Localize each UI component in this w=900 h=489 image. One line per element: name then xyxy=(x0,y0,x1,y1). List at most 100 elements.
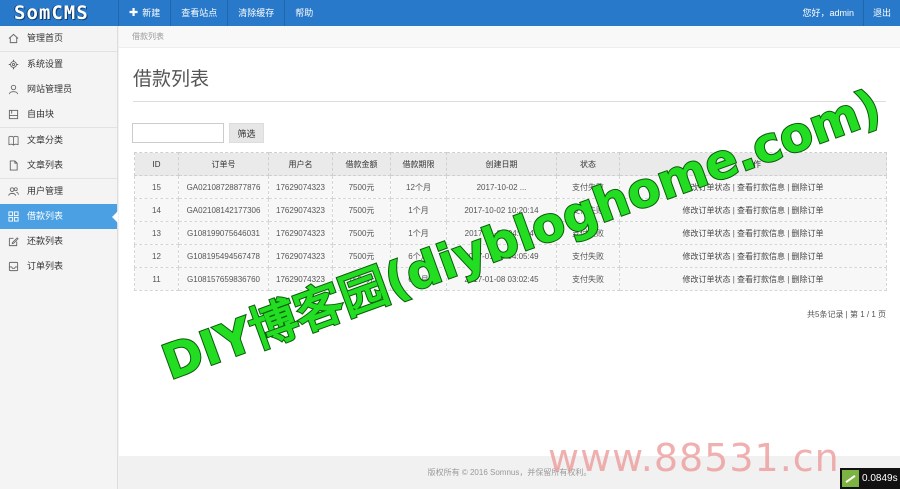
delete-order-link[interactable]: 删除订单 xyxy=(792,206,824,215)
user-area: 您好，admin 退出 xyxy=(793,0,900,26)
help-link[interactable]: 帮助 xyxy=(284,0,323,26)
cell-created: 2017-01-08 04:11:47 xyxy=(446,221,557,245)
cell-id: 13 xyxy=(134,221,179,245)
edit-status-link[interactable]: 修改订单状态 xyxy=(682,252,730,261)
top-nav: ✚ 新建 查看站点 清除缓存 帮助 xyxy=(118,0,323,26)
cell-term: 6个月 xyxy=(390,244,447,268)
footer: 版权所有 © 2016 Somnus，并保留所有权利。 xyxy=(119,456,900,489)
edit-status-link[interactable]: 修改订单状态 xyxy=(682,229,730,238)
cell-order-no: G108157659836760 xyxy=(178,267,269,291)
filter-button[interactable]: 筛选 xyxy=(229,123,264,143)
sidebar-item-label: 用户管理 xyxy=(27,186,64,196)
col-header-id: ID xyxy=(134,152,179,176)
col-header-created: 创建日期 xyxy=(446,152,557,176)
cell-id: 15 xyxy=(134,175,179,199)
sidebar-item-label: 自由块 xyxy=(27,109,55,119)
logo[interactable]: SomCMS xyxy=(14,2,89,24)
delete-order-link[interactable]: 删除订单 xyxy=(792,183,824,192)
cell-term: 1个月 xyxy=(390,221,447,245)
edit-status-link[interactable]: 修改订单状态 xyxy=(682,183,730,192)
sidebar-item-label: 网站管理员 xyxy=(27,84,73,94)
sidebar-item-home[interactable]: 管理首页 xyxy=(0,26,117,51)
cell-username: 17629074323 xyxy=(268,244,333,268)
col-header-username: 用户名 xyxy=(268,152,333,176)
cell-id: 14 xyxy=(134,198,179,222)
sidebar-item-settings[interactable]: 系统设置 xyxy=(0,52,117,77)
sidebar-item-label: 文章分类 xyxy=(27,135,64,145)
timer-badge: 0.0849s xyxy=(840,468,900,489)
loan-table: ID 订单号 用户名 借款金额 借款期限 创建日期 状态 操作 15 GA0210… xyxy=(134,152,887,291)
col-header-order-no: 订单号 xyxy=(178,152,269,176)
cell-amount: 7500元 xyxy=(332,221,391,245)
cell-actions: 修改订单状态 | 查看打款信息 | 删除订单 xyxy=(619,198,887,222)
cell-created: 2017-01-08 04:05:49 xyxy=(446,244,557,268)
sidebar-item-label: 借款列表 xyxy=(27,211,64,221)
cell-status: 支付失败 xyxy=(556,175,620,199)
col-header-term: 借款期限 xyxy=(390,152,447,176)
edit-icon xyxy=(8,236,19,247)
new-button[interactable]: ✚ 新建 xyxy=(118,0,170,26)
view-payment-link[interactable]: 查看打款信息 xyxy=(737,206,785,215)
clear-cache-link[interactable]: 清除缓存 xyxy=(227,0,284,26)
timer-logo-icon xyxy=(842,470,859,487)
greeting: 您好，admin xyxy=(802,8,854,18)
cell-order-no: GA02108142177306 xyxy=(178,198,269,222)
block-icon xyxy=(8,109,19,120)
page-title: 借款列表 xyxy=(133,69,210,90)
gear-icon xyxy=(8,59,19,70)
cell-actions: 修改订单状态 | 查看打款信息 | 删除订单 xyxy=(619,221,887,245)
sidebar-group: 系统设置 网站管理员 自由块 xyxy=(0,52,117,128)
sidebar-item-loan-list[interactable]: 借款列表 xyxy=(0,204,118,229)
sidebar-item-label: 系统设置 xyxy=(27,59,64,69)
edit-status-link[interactable]: 修改订单状态 xyxy=(682,206,730,215)
grid-icon xyxy=(8,211,19,222)
user-icon xyxy=(8,84,19,95)
sidebar-item-free-block[interactable]: 自由块 xyxy=(0,102,117,127)
sidebar-group: 管理首页 xyxy=(0,26,117,52)
cell-actions: 修改订单状态 | 查看打款信息 | 删除订单 xyxy=(619,267,887,291)
pagination-info: 共5条记录 | 第 1 / 1 页 xyxy=(807,310,886,319)
sidebar-item-repayment-list[interactable]: 还款列表 xyxy=(0,229,117,254)
breadcrumb: 借款列表 xyxy=(119,26,900,48)
cell-status: 支付失败 xyxy=(556,244,620,268)
cell-created: 2017-01-08 03:02:45 xyxy=(446,267,557,291)
sidebar-item-admins[interactable]: 网站管理员 xyxy=(0,77,117,102)
cell-order-no: G108199075646031 xyxy=(178,221,269,245)
cell-status: 支付失败 xyxy=(556,221,620,245)
cell-actions: 修改订单状态 | 查看打款信息 | 删除订单 xyxy=(619,175,887,199)
users-icon xyxy=(8,186,19,197)
sidebar-item-order-list[interactable]: 订单列表 xyxy=(0,254,117,279)
edit-status-link[interactable]: 修改订单状态 xyxy=(682,275,730,284)
view-payment-link[interactable]: 查看打款信息 xyxy=(737,252,785,261)
search-input[interactable] xyxy=(132,123,224,143)
view-payment-link[interactable]: 查看打款信息 xyxy=(737,183,785,192)
delete-order-link[interactable]: 删除订单 xyxy=(792,275,824,284)
table-row: 14 GA02108142177306 17629074323 7500元 1个月 201… xyxy=(134,198,887,222)
cell-created: 2017-10-02 ... xyxy=(446,175,557,199)
view-site-link[interactable]: 查看站点 xyxy=(170,0,227,26)
view-payment-link[interactable]: 查看打款信息 xyxy=(737,229,785,238)
cell-term: 12个月 xyxy=(390,175,447,199)
cell-status: 支付失败 xyxy=(556,267,620,291)
sidebar-item-article-list[interactable]: 文章列表 xyxy=(0,153,117,178)
top-bar: SomCMS ✚ 新建 查看站点 清除缓存 帮助 您好，admin 退出 xyxy=(0,0,900,26)
sidebar-item-label: 订单列表 xyxy=(27,261,64,271)
delete-order-link[interactable]: 删除订单 xyxy=(792,252,824,261)
cell-id: 11 xyxy=(134,267,179,291)
cell-amount: 7500元 xyxy=(332,267,391,291)
sidebar-item-article-category[interactable]: 文章分类 xyxy=(0,128,117,153)
view-payment-link[interactable]: 查看打款信息 xyxy=(737,275,785,284)
timer-value: 0.0849s xyxy=(862,473,898,484)
cell-order-no: G108195494567478 xyxy=(178,244,269,268)
new-label: 新建 xyxy=(142,8,161,18)
delete-order-link[interactable]: 删除订单 xyxy=(792,229,824,238)
cell-order-no: GA02108728877876 xyxy=(178,175,269,199)
logout-link[interactable]: 退出 xyxy=(862,0,900,26)
col-header-amount: 借款金额 xyxy=(332,152,391,176)
sidebar-group: 用户管理 借款列表 还款列表 订单列表 xyxy=(0,179,118,279)
sidebar-item-users[interactable]: 用户管理 xyxy=(0,179,117,204)
home-icon xyxy=(8,33,19,44)
table-row: 13 G108199075646031 17629074323 7500元 1个月 201… xyxy=(134,221,887,245)
sidebar-item-label: 还款列表 xyxy=(27,236,64,246)
file-icon xyxy=(8,160,19,171)
